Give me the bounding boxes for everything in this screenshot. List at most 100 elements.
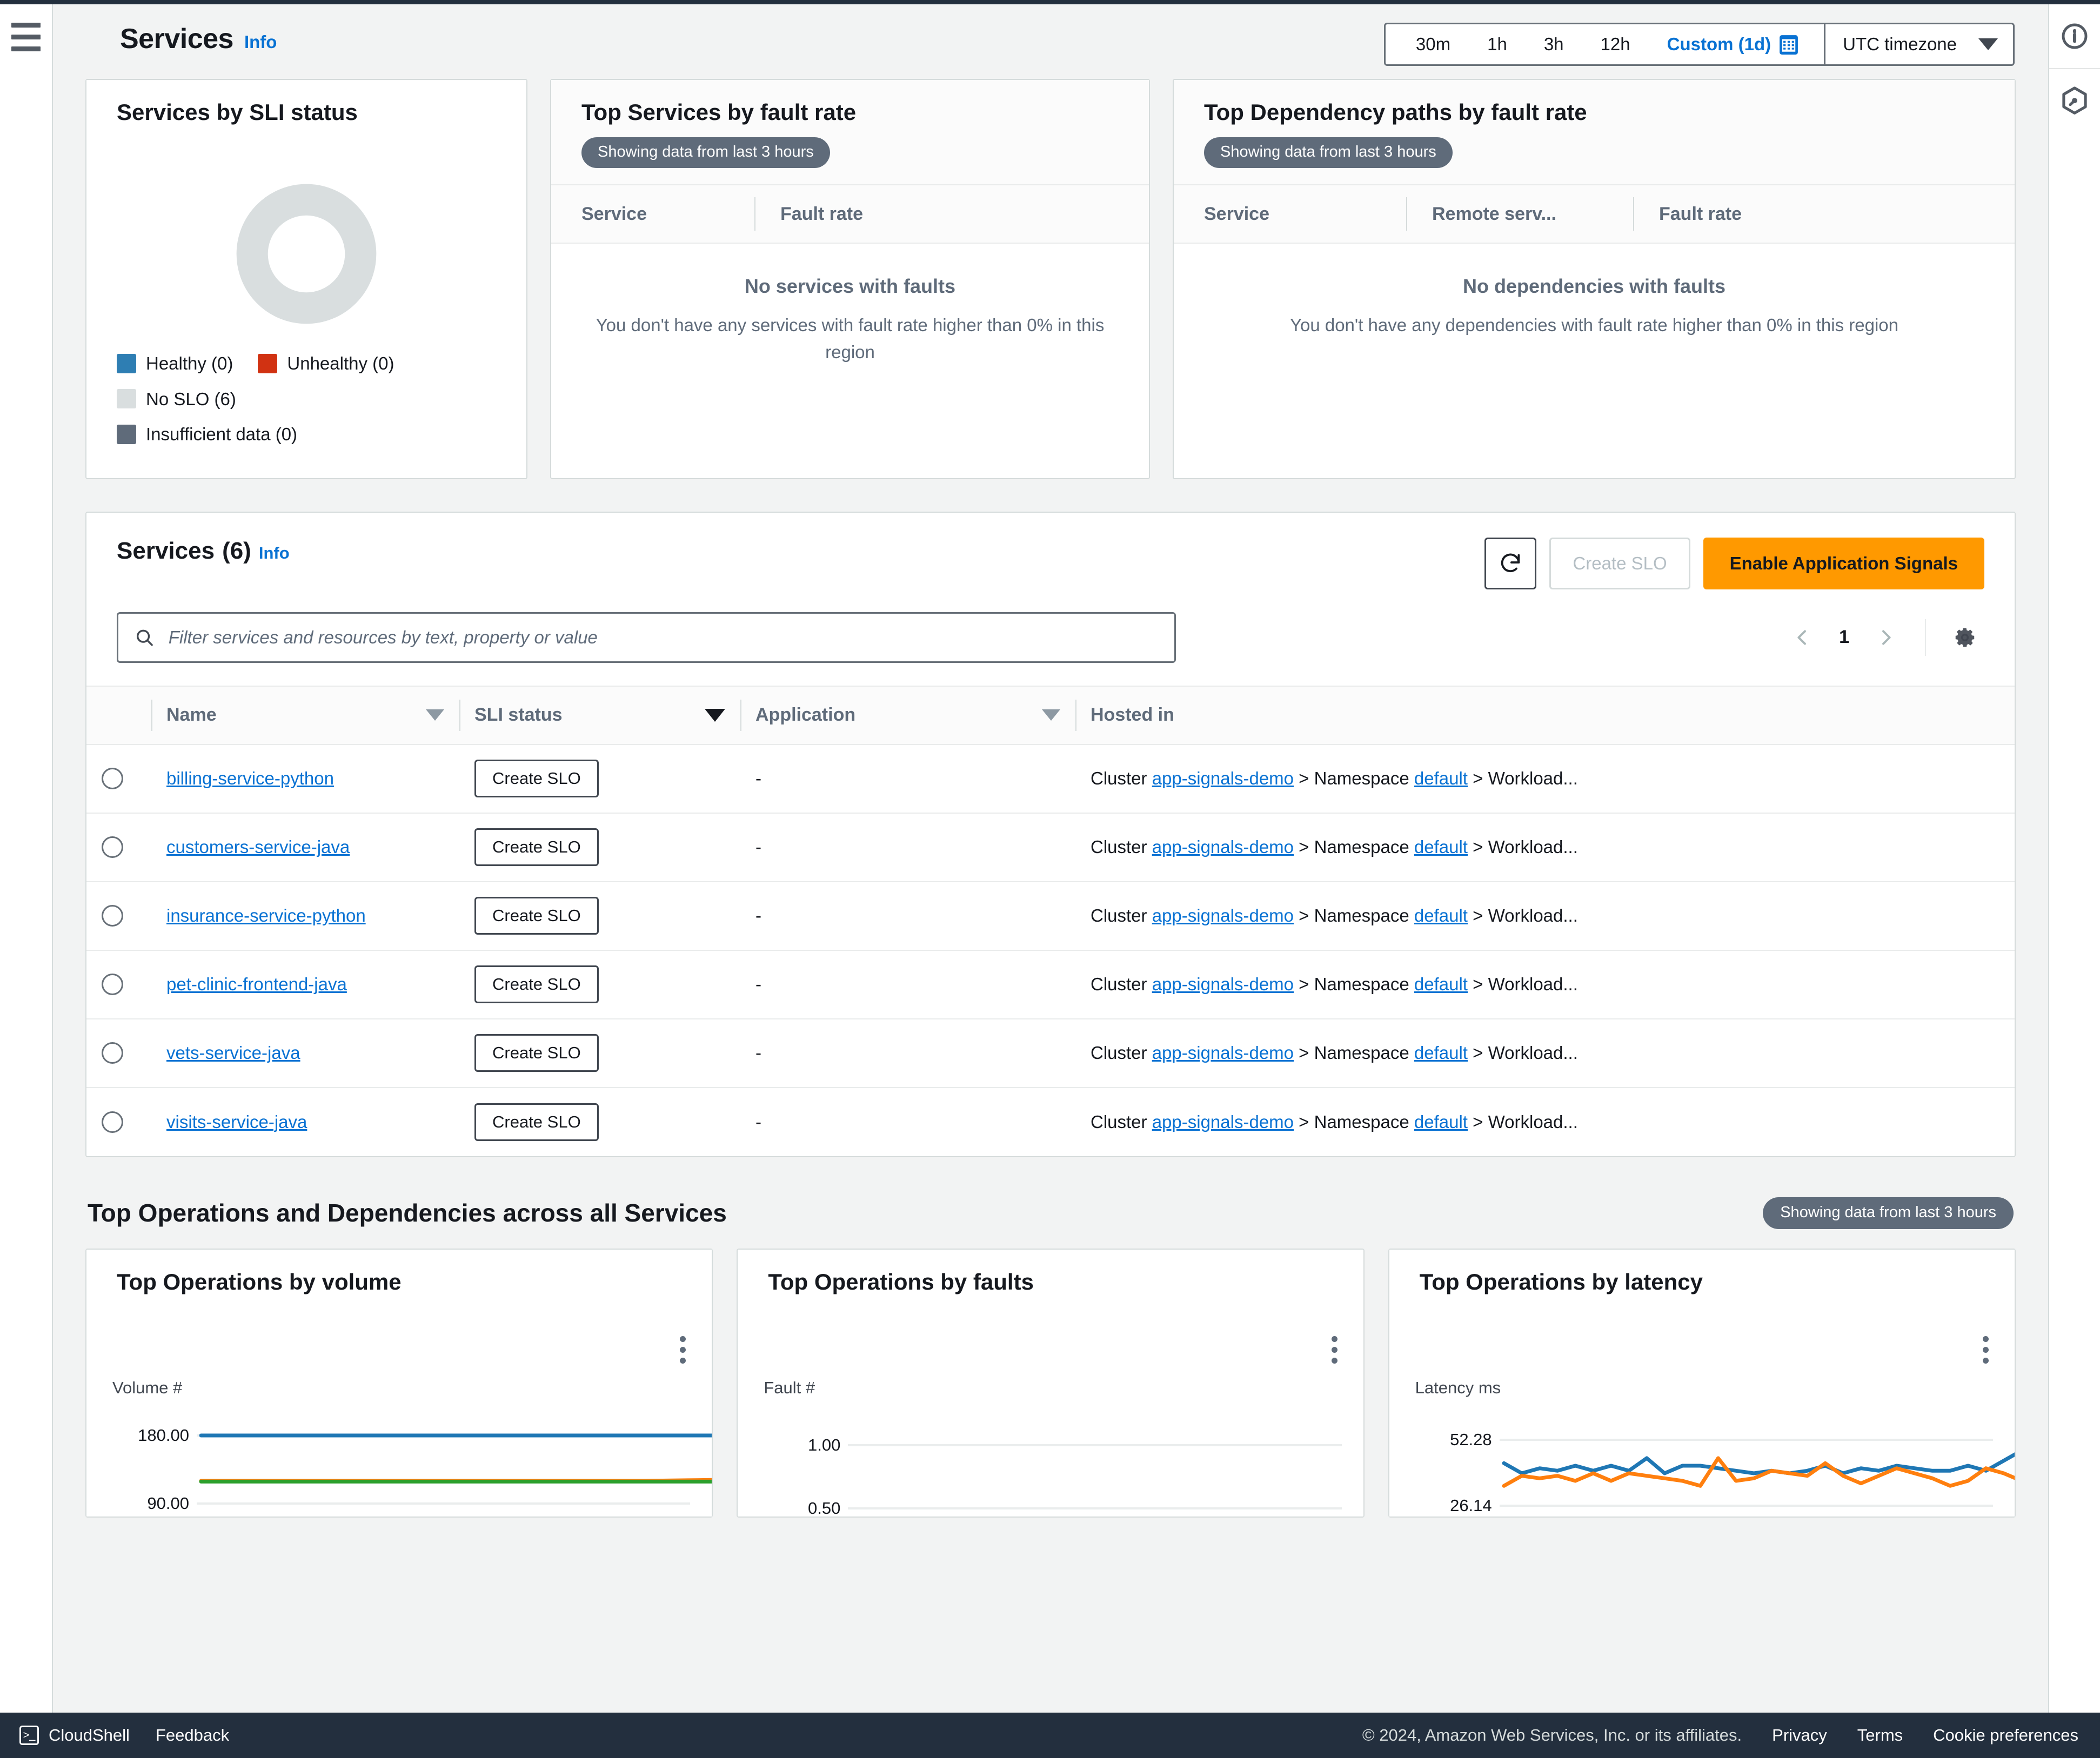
namespace-link[interactable]: default	[1414, 1112, 1468, 1132]
service-name-link[interactable]: customers-service-java	[166, 837, 350, 857]
col-name-label: Name	[166, 704, 217, 726]
cluster-link[interactable]: app-signals-demo	[1152, 974, 1294, 994]
row-create-slo-button[interactable]: Create SLO	[474, 760, 599, 797]
col-name[interactable]: Name	[151, 686, 459, 744]
page-info-link[interactable]: Info	[244, 32, 277, 52]
row-sli-status-cell: Create SLO	[459, 744, 740, 813]
timezone-select[interactable]: UTC timezone	[1824, 23, 2015, 66]
row-sli-status-cell: Create SLO	[459, 813, 740, 882]
chart-series-line	[1504, 1443, 2015, 1473]
col-hosted-in: Hosted in	[1075, 686, 2015, 744]
refresh-button[interactable]	[1484, 538, 1536, 589]
chart-series-plot	[1500, 1402, 2015, 1517]
legend-item-unhealthy[interactable]: Unhealthy (0)	[258, 350, 394, 377]
search-box[interactable]	[117, 612, 1176, 663]
footer-left: >_ CloudShell Feedback	[0, 1726, 229, 1745]
namespace-link[interactable]: default	[1414, 974, 1468, 994]
time-range-12h[interactable]: 12h	[1582, 34, 1649, 55]
shortcuts-button[interactable]	[2049, 69, 2100, 133]
namespace-link[interactable]: default	[1414, 837, 1468, 857]
row-name-cell: vets-service-java	[151, 1019, 459, 1088]
col-application[interactable]: Application	[740, 686, 1075, 744]
cluster-link[interactable]: app-signals-demo	[1152, 1112, 1294, 1132]
col-sli-status[interactable]: SLI status	[459, 686, 740, 744]
row-sli-status-cell: Create SLO	[459, 950, 740, 1019]
time-range-custom[interactable]: Custom (1d)	[1649, 34, 1813, 55]
legend-label-unhealthy: Unhealthy (0)	[287, 350, 394, 377]
more-options-icon[interactable]	[1332, 1336, 1337, 1364]
service-name-link[interactable]: billing-service-python	[166, 768, 334, 788]
time-range-custom-label: Custom (1d)	[1667, 34, 1771, 55]
row-create-slo-button[interactable]: Create SLO	[474, 965, 599, 1003]
chart-y-tick-label: 90.00	[86, 1494, 189, 1513]
row-radio-button[interactable]	[102, 836, 123, 858]
fault-empty-title: No services with faults	[581, 275, 1119, 298]
hamburger-menu-icon[interactable]	[11, 23, 41, 51]
pagination-page-1[interactable]: 1	[1827, 627, 1861, 648]
row-radio-button[interactable]	[102, 905, 123, 927]
legend-item-no-slo[interactable]: No SLO (6)	[117, 386, 236, 413]
pagination-prev-button[interactable]	[1783, 618, 1822, 657]
cloudshell-button[interactable]: >_ CloudShell	[19, 1726, 130, 1745]
cluster-link[interactable]: app-signals-demo	[1152, 837, 1294, 857]
hosted-mid: > Namespace	[1294, 905, 1414, 925]
page-header: Services Info 30m 1h 3h 12h Custom (1d)	[85, 4, 2016, 68]
cluster-link[interactable]: app-signals-demo	[1152, 1043, 1294, 1063]
more-options-icon[interactable]	[1983, 1336, 1989, 1364]
row-create-slo-button[interactable]: Create SLO	[474, 1034, 599, 1072]
time-range-30m[interactable]: 30m	[1397, 34, 1469, 55]
service-name-link[interactable]: insurance-service-python	[166, 905, 366, 925]
more-options-icon[interactable]	[680, 1336, 686, 1364]
row-sli-status-cell: Create SLO	[459, 1019, 740, 1088]
create-slo-button[interactable]: Create SLO	[1549, 538, 1690, 589]
operations-chart-card: Top Operations by faultsFault #00.501.00	[737, 1249, 1364, 1518]
enable-application-signals-button[interactable]: Enable Application Signals	[1703, 538, 1984, 589]
cluster-link[interactable]: app-signals-demo	[1152, 768, 1294, 788]
namespace-link[interactable]: default	[1414, 768, 1468, 788]
terms-link[interactable]: Terms	[1857, 1726, 1903, 1745]
table-row: insurance-service-pythonCreate SLO-Clust…	[86, 882, 2015, 950]
legend-item-healthy[interactable]: Healthy (0)	[117, 350, 233, 377]
top-dependency-paths-panel: Top Dependency paths by fault rate Showi…	[1173, 79, 2016, 479]
services-info-link[interactable]: Info	[259, 543, 290, 563]
table-settings-button[interactable]	[1945, 618, 1984, 657]
dep-col-remote-service: Remote serv...	[1406, 185, 1633, 243]
row-create-slo-button[interactable]: Create SLO	[474, 828, 599, 866]
fault-panel-time-badge: Showing data from last 3 hours	[581, 137, 830, 168]
chart-card-header: Top Operations by volume	[86, 1250, 712, 1311]
row-radio-button[interactable]	[102, 1042, 123, 1064]
service-name-link[interactable]: pet-clinic-frontend-java	[166, 974, 347, 994]
legend-item-insufficient-data[interactable]: Insufficient data (0)	[117, 421, 297, 448]
row-create-slo-button[interactable]: Create SLO	[474, 897, 599, 935]
time-range-3h[interactable]: 3h	[1526, 34, 1582, 55]
service-name-link[interactable]: visits-service-java	[166, 1112, 307, 1132]
service-name-link[interactable]: vets-service-java	[166, 1043, 300, 1063]
row-create-slo-button[interactable]: Create SLO	[474, 1103, 599, 1141]
col-application-label: Application	[755, 704, 855, 726]
cluster-link[interactable]: app-signals-demo	[1152, 905, 1294, 925]
chart-plot-area: 026.1452.28	[1389, 1402, 2015, 1517]
sort-descending-icon	[426, 709, 444, 721]
time-range-1h[interactable]: 1h	[1469, 34, 1526, 55]
row-name-cell: billing-service-python	[151, 744, 459, 813]
hosted-suffix: > Workload...	[1468, 1043, 1578, 1063]
services-filter-row: 1	[86, 589, 2015, 686]
pagination-next-button[interactable]	[1867, 618, 1905, 657]
search-input[interactable]	[169, 627, 1158, 648]
help-panel-button[interactable]	[2049, 4, 2100, 68]
row-radio-button[interactable]	[102, 974, 123, 995]
sli-legend: Healthy (0) Unhealthy (0) No	[117, 350, 496, 457]
privacy-link[interactable]: Privacy	[1772, 1726, 1827, 1745]
namespace-link[interactable]: default	[1414, 905, 1468, 925]
chart-plot-area: 090.00180.00	[86, 1402, 712, 1517]
calendar-icon	[1780, 34, 1798, 55]
fault-empty-sub: You don't have any services with fault r…	[581, 312, 1119, 366]
row-application-value: -	[755, 837, 761, 857]
row-radio-button[interactable]	[102, 1111, 123, 1133]
top-operations-charts-row: Top Operations by volumeVolume #090.0018…	[85, 1249, 2016, 1518]
cookie-preferences-link[interactable]: Cookie preferences	[1933, 1726, 2078, 1745]
row-radio-button[interactable]	[102, 768, 123, 789]
namespace-link[interactable]: default	[1414, 1043, 1468, 1063]
operations-chart-card: Top Operations by volumeVolume #090.0018…	[85, 1249, 713, 1518]
feedback-link[interactable]: Feedback	[156, 1726, 229, 1745]
